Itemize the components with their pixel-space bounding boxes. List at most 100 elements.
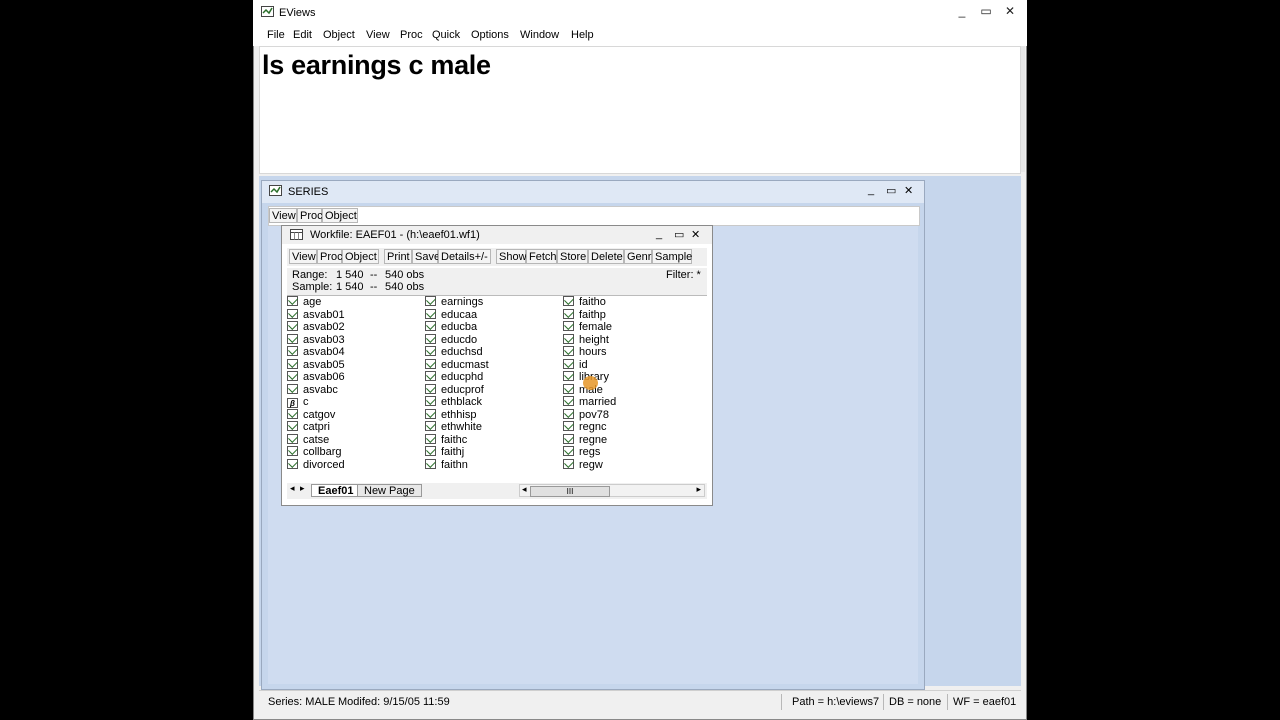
workfile-object-item[interactable]: id [563,358,588,371]
series-proc-button[interactable]: Proc [297,208,323,223]
series-icon [563,333,574,344]
workfile-object-item[interactable]: catpri [287,421,330,433]
workfile-object-item[interactable]: asvabc [287,383,338,396]
tab-new-page[interactable]: New Page [357,484,422,497]
series-minimize-button[interactable]: _ [868,184,874,196]
workfile-object-item[interactable]: height [563,333,609,346]
sample-label: Sample: [292,281,333,293]
wf-show-button[interactable]: Show [496,249,527,264]
workfile-object-item[interactable]: asvab02 [287,321,345,333]
workfile-minimize-button[interactable]: _ [656,228,662,240]
workfile-object-item[interactable]: faitho [563,296,606,308]
minimize-button[interactable]: _ [955,4,969,18]
tab-scroll-left-icon[interactable]: ◂ [290,483,295,494]
object-label: divorced [303,458,345,471]
workfile-object-item[interactable]: asvab04 [287,346,345,358]
object-label: asvabc [303,383,338,396]
scroll-right-icon[interactable]: ▸ [696,484,701,495]
tab-eaef01[interactable]: Eaef01 [311,484,361,497]
workfile-maximize-button[interactable]: ▭ [674,228,684,241]
workfile-object-item[interactable]: βc [287,396,309,408]
filter-label[interactable]: Filter: * [666,269,701,281]
scroll-left-icon[interactable]: ◂ [522,484,527,495]
horizontal-scrollbar[interactable]: ◂ III ▸ [519,484,705,497]
workfile-window: Workfile: EAEF01 - (h:\eaef01.wf1) _ ▭ ✕… [281,225,713,506]
wf-view-button[interactable]: View [289,249,317,264]
command-scrollbar[interactable] [1021,46,1025,172]
workfile-object-item[interactable]: educmast [425,358,489,371]
workfile-close-button[interactable]: ✕ [691,228,700,241]
workfile-object-item[interactable]: collbarg [287,446,342,458]
menu-window[interactable]: Window [520,29,559,41]
menu-help[interactable]: Help [571,29,594,41]
wf-genr-button[interactable]: Genr [624,249,652,264]
workfile-object-item[interactable]: educba [425,321,477,333]
menu-options[interactable]: Options [471,29,509,41]
wf-print-button[interactable]: Print [384,249,412,264]
menu-proc[interactable]: Proc [400,29,423,41]
wf-sample-button[interactable]: Sample [652,249,692,264]
workfile-object-item[interactable]: asvab06 [287,371,345,383]
workfile-tab-bar: ◂ ▸ Eaef01 New Page ◂ III ▸ [287,483,707,499]
menu-object[interactable]: Object [323,29,355,41]
series-close-button[interactable]: ✕ [904,184,913,197]
workfile-object-item[interactable]: educdo [425,333,477,346]
workfile-object-item[interactable]: educphd [425,371,483,383]
workfile-object-item[interactable]: ethblack [425,396,482,408]
workfile-object-item[interactable]: educaa [425,308,477,321]
series-icon [425,321,436,331]
scroll-thumb[interactable]: III [530,486,610,497]
series-object-button[interactable]: Object [322,208,358,223]
workfile-object-item[interactable]: ethhisp [425,408,476,421]
series-maximize-button[interactable]: ▭ [886,184,896,197]
workfile-object-item[interactable]: asvab01 [287,308,345,321]
object-label: catgov [303,408,336,421]
wf-store-button[interactable]: Store [557,249,588,264]
workfile-object-item[interactable]: regs [563,446,600,458]
workfile-object-item[interactable]: faithp [563,308,606,321]
menu-view[interactable]: View [366,29,390,41]
workfile-object-item[interactable]: asvab05 [287,358,345,371]
wf-save-button[interactable]: Save [412,249,440,264]
wf-object-button[interactable]: Object [342,249,379,264]
workfile-object-item[interactable]: hours [563,346,607,358]
series-title-bar[interactable]: SERIES _ ▭ ✕ [262,181,924,203]
menu-edit[interactable]: Edit [293,29,312,41]
workfile-object-item[interactable]: asvab03 [287,333,345,346]
workfile-object-item[interactable]: divorced [287,458,345,471]
workfile-object-item[interactable]: regw [563,458,603,471]
maximize-button[interactable]: ▭ [979,4,993,18]
wf-delete-button[interactable]: Delete [588,249,624,264]
workfile-object-item[interactable]: age [287,296,321,308]
menu-file[interactable]: File [267,29,285,41]
sample-value[interactable]: 1 540 [336,281,364,293]
range-value[interactable]: 1 540 [336,269,364,281]
workfile-object-item[interactable]: earnings [425,296,483,308]
workfile-object-item[interactable]: married [563,396,616,408]
workfile-object-item[interactable]: ethwhite [425,421,482,433]
workfile-object-item[interactable]: educprof [425,383,484,396]
workfile-object-item[interactable]: pov78 [563,408,609,421]
workfile-object-item[interactable]: faithn [425,458,468,471]
wf-fetch-button[interactable]: Fetch [526,249,557,264]
series-icon [563,446,574,456]
workfile-object-item[interactable]: female [563,321,612,333]
series-icon [269,185,282,199]
close-button[interactable]: ✕ [1003,4,1017,18]
command-text[interactable]: ls earnings c male [262,50,491,81]
series-view-button[interactable]: View [269,208,297,223]
workfile-title-bar[interactable]: Workfile: EAEF01 - (h:\eaef01.wf1) _ ▭ ✕ [282,226,712,244]
wf-proc-button[interactable]: Proc [317,249,343,264]
object-label: id [579,358,588,371]
tab-scroll-right-icon[interactable]: ▸ [300,483,305,494]
workfile-object-item[interactable]: regnc [563,421,607,433]
series-icon [287,333,298,344]
command-window[interactable]: ls earnings c male [259,46,1021,174]
workfile-object-item[interactable]: catgov [287,408,336,421]
workfile-object-item[interactable]: educhsd [425,346,483,358]
workfile-object-item[interactable]: faithj [425,446,464,458]
menu-quick[interactable]: Quick [432,29,460,41]
series-icon [287,346,298,356]
wf-details-button[interactable]: Details+/- [438,249,491,264]
workfile-object-item[interactable]: regne [563,433,607,446]
